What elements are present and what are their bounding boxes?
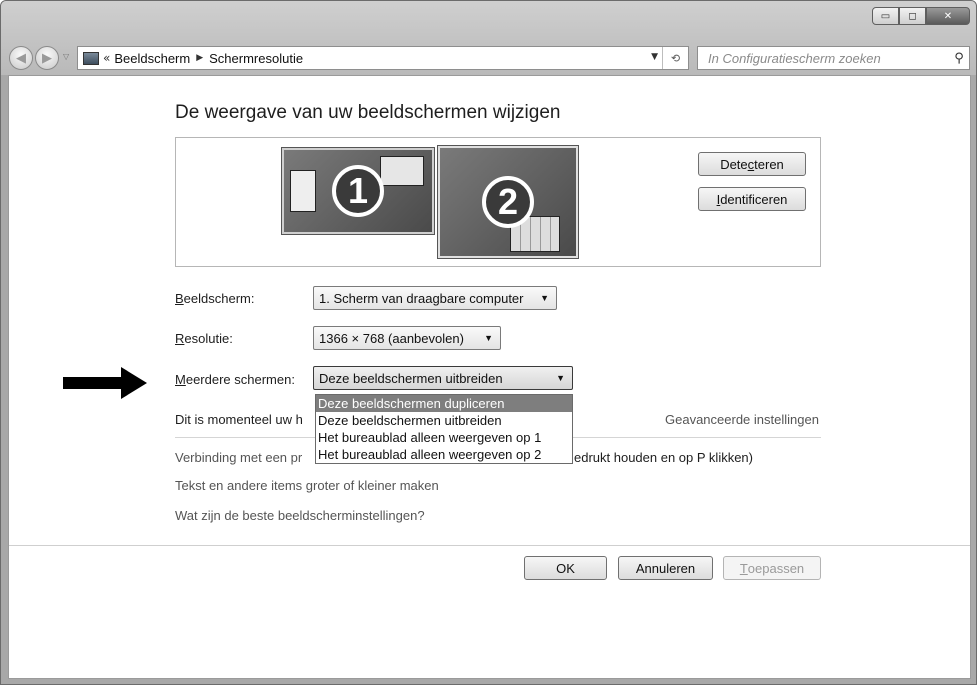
control-panel-window: ▭ ◻ ✕ ◀ ▶ ▽ « Beeldscherm ▶ Schermresolu… [0,0,977,685]
forward-arrow-icon: ▶ [42,50,52,66]
window-thumbnail [380,156,424,186]
apply-label-text: oepassen [747,560,805,576]
option-extend[interactable]: Deze beeldschermen uitbreiden [316,412,572,429]
minimize-button[interactable]: ▭ [872,7,899,25]
breadcrumb-resolution[interactable]: Schermresolutie [209,51,303,66]
title-bar: ▭ ◻ ✕ ◀ ▶ ▽ « Beeldscherm ▶ Schermresolu… [1,1,976,75]
detect-label-end: teren [754,156,784,172]
multiple-displays-select[interactable]: Deze beeldschermen uitbreiden ▼ [313,366,573,390]
multiple-displays-options: Deze beeldschermen dupliceren Deze beeld… [315,394,573,464]
display-label-text: eeldscherm: [183,291,255,306]
text-size-link[interactable]: Tekst en andere items groter of kleiner … [175,478,439,493]
search-input[interactable]: In Configuratiescherm zoeken [708,51,949,66]
maximize-button[interactable]: ◻ [899,7,926,25]
forward-button[interactable]: ▶ [35,46,59,70]
recent-pages-button[interactable]: ▽ [63,52,69,61]
display-select[interactable]: 1. Scherm van draagbare computer ▼ [313,286,557,310]
apply-label-accesskey: T [739,560,748,576]
projector-link[interactable]: Verbinding met een pr [175,450,302,465]
display-select-value: 1. Scherm van draagbare computer [319,290,524,306]
multiple-displays-select-value: Deze beeldschermen uitbreiden [319,370,503,386]
back-button[interactable]: ◀ [9,46,33,70]
monitor-preview: 1 2 Dete c teren Identificeren [175,137,821,267]
display-label-accesskey: B [175,291,184,306]
breadcrumb-display[interactable]: Beeldscherm [114,51,190,66]
detect-button[interactable]: Dete c teren [698,152,806,176]
projector-hint-text: edrukt houden en op P klikken) [574,450,753,465]
close-icon: ✕ [943,10,953,22]
monitor-1-tile[interactable]: 1 [282,148,434,234]
current-display-status: Dit is momenteel uw h [175,412,303,427]
chevron-down-icon: ▼ [540,293,549,303]
multiple-displays-label-text: eerdere schermen: [185,372,295,387]
breadcrumb-separator-icon[interactable]: ▶ [196,53,203,63]
cancel-button[interactable]: Annuleren [618,556,713,580]
option-only-2[interactable]: Het bureaublad alleen weergeven op 2 [316,446,572,463]
monitor-2-tile[interactable]: 2 [438,146,578,258]
close-button[interactable]: ✕ [926,7,970,25]
page-title: De weergave van uw beeldschermen wijzige… [175,102,561,123]
chevron-down-icon: ▼ [484,333,493,343]
display-label: Beeldscherm: [175,291,254,306]
footer-divider [9,545,970,546]
resolution-label: Resolutie: [175,331,233,346]
search-box[interactable]: In Configuratiescherm zoeken ⚲ [697,46,970,70]
option-duplicate[interactable]: Deze beeldschermen dupliceren [316,395,572,412]
best-settings-link[interactable]: Wat zijn de beste beeldscherminstellinge… [175,508,425,523]
resolution-select-value: 1366 × 768 (aanbevolen) [319,330,464,346]
advanced-settings-link[interactable]: Geavanceerde instellingen [665,412,819,427]
option-only-1[interactable]: Het bureaublad alleen weergeven op 1 [316,429,572,446]
caption-buttons: ▭ ◻ ✕ [872,7,970,25]
identify-label-end: dentificeren [720,191,788,207]
address-dropdown-icon[interactable]: ▼ [651,52,658,62]
chevron-down-icon: ▼ [556,373,565,383]
refresh-button[interactable]: ⟲ [662,47,688,69]
minimize-icon: ▭ [880,10,891,22]
identify-button[interactable]: Identificeren [698,187,806,211]
maximize-icon: ◻ [908,10,917,22]
navigation-row: ◀ ▶ ▽ « Beeldscherm ▶ Schermresolutie ▼ … [7,45,970,71]
resolution-select[interactable]: 1366 × 768 (aanbevolen) ▼ [313,326,501,350]
window-thumbnail [290,170,316,212]
main-content: De weergave van uw beeldschermen wijzige… [8,75,971,679]
back-arrow-icon: ◀ [16,50,26,66]
monitor-number: 1 [332,165,384,217]
resolution-label-text: esolutie: [184,331,233,346]
monitor-number: 2 [482,176,534,228]
apply-button[interactable]: Toepassen [723,556,821,580]
resolution-label-accesskey: R [175,331,185,346]
address-bar[interactable]: « Beeldscherm ▶ Schermresolutie ▼ ⟲ [77,46,689,70]
overflow-chevron[interactable]: « [103,51,110,65]
display-settings-icon [83,51,99,65]
multiple-displays-label-accesskey: M [175,372,186,387]
search-icon[interactable]: ⚲ [949,51,969,66]
multiple-displays-label: Meerdere schermen: [175,372,295,387]
detect-label-start: Dete [720,156,748,172]
ok-button[interactable]: OK [524,556,607,580]
pointer-arrow-icon [63,367,147,402]
